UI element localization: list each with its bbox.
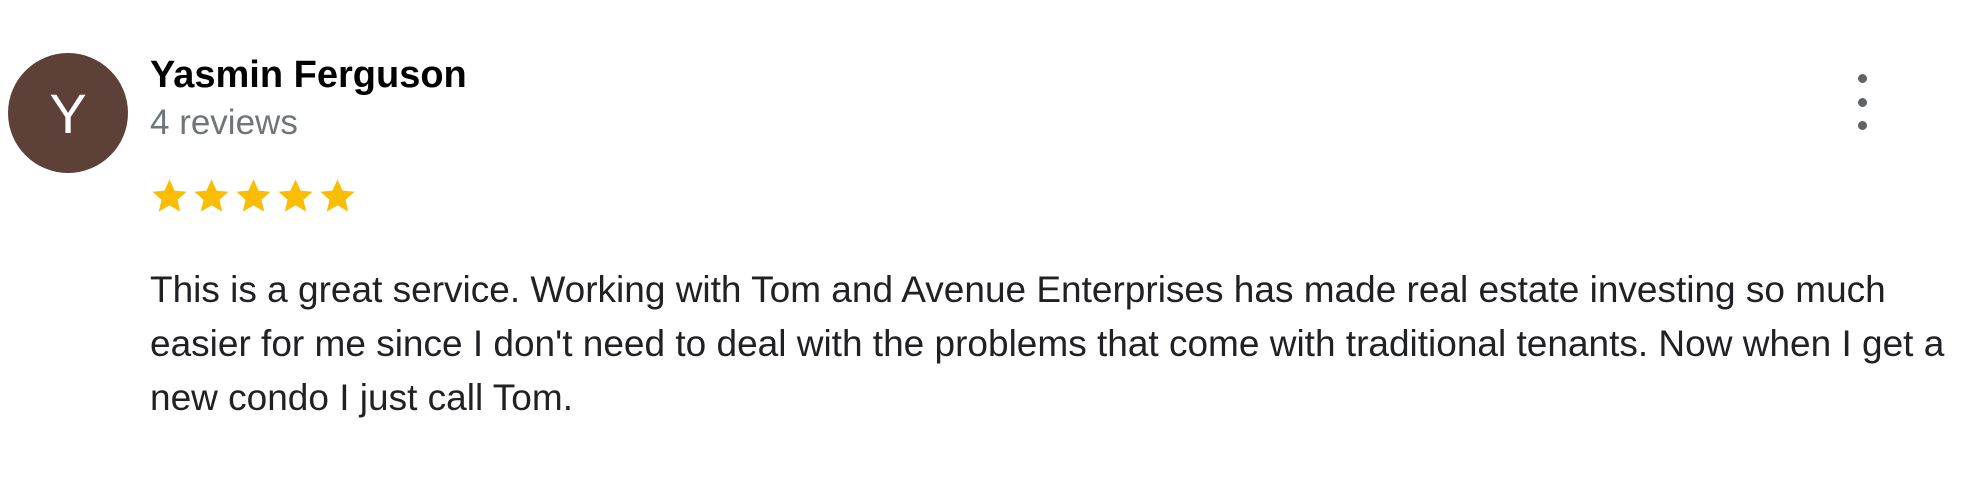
review-count[interactable]: 4 reviews bbox=[150, 101, 298, 145]
more-options-button[interactable] bbox=[1842, 74, 1882, 130]
review-text: This is a great service. Working with To… bbox=[150, 269, 1945, 418]
more-vert-icon bbox=[1857, 74, 1867, 83]
review-card: Y Yasmin Ferguson 4 reviews This is a gr… bbox=[0, 0, 1970, 500]
star-icon bbox=[194, 179, 229, 212]
avatar-initial: Y bbox=[49, 81, 87, 145]
star-icon bbox=[236, 179, 271, 212]
star-rating bbox=[150, 175, 357, 221]
star-icon bbox=[278, 179, 313, 212]
reviewer-name[interactable]: Yasmin Ferguson bbox=[150, 52, 467, 98]
star-icon bbox=[320, 179, 355, 212]
avatar[interactable]: Y bbox=[8, 53, 128, 173]
star-icon bbox=[152, 179, 187, 212]
